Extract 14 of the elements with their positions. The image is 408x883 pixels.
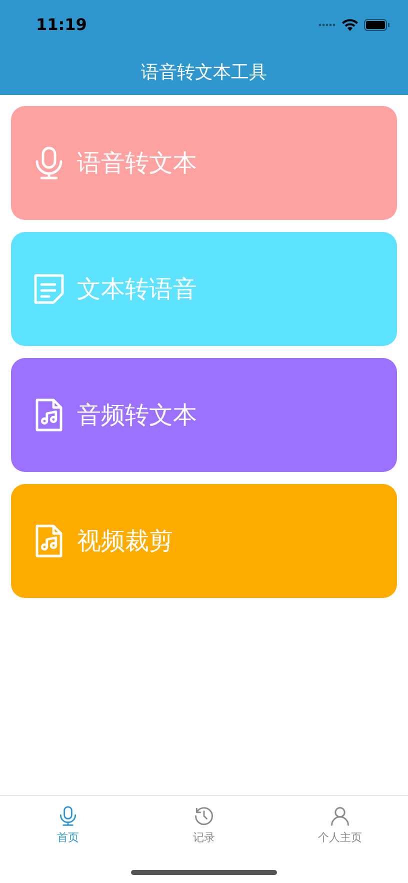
battery-icon bbox=[364, 19, 390, 31]
wifi-icon bbox=[342, 19, 358, 31]
tab-item[interactable]: 个人主页 bbox=[272, 796, 408, 846]
tab-item[interactable]: 记录 bbox=[136, 796, 272, 846]
nav-title: 语音转文本工具 bbox=[141, 61, 267, 85]
feature-card[interactable]: 视频裁剪 bbox=[11, 484, 397, 598]
tab-item[interactable]: 首页 bbox=[0, 796, 136, 846]
person-icon bbox=[329, 804, 351, 828]
status-time: 11:19 bbox=[36, 14, 87, 36]
feature-card[interactable]: 语音转文本 bbox=[11, 106, 397, 220]
signal-icon bbox=[318, 23, 336, 27]
feature-card[interactable]: 音频转文本 bbox=[11, 358, 397, 472]
clock-icon bbox=[193, 804, 215, 828]
microphone-icon bbox=[57, 804, 79, 828]
